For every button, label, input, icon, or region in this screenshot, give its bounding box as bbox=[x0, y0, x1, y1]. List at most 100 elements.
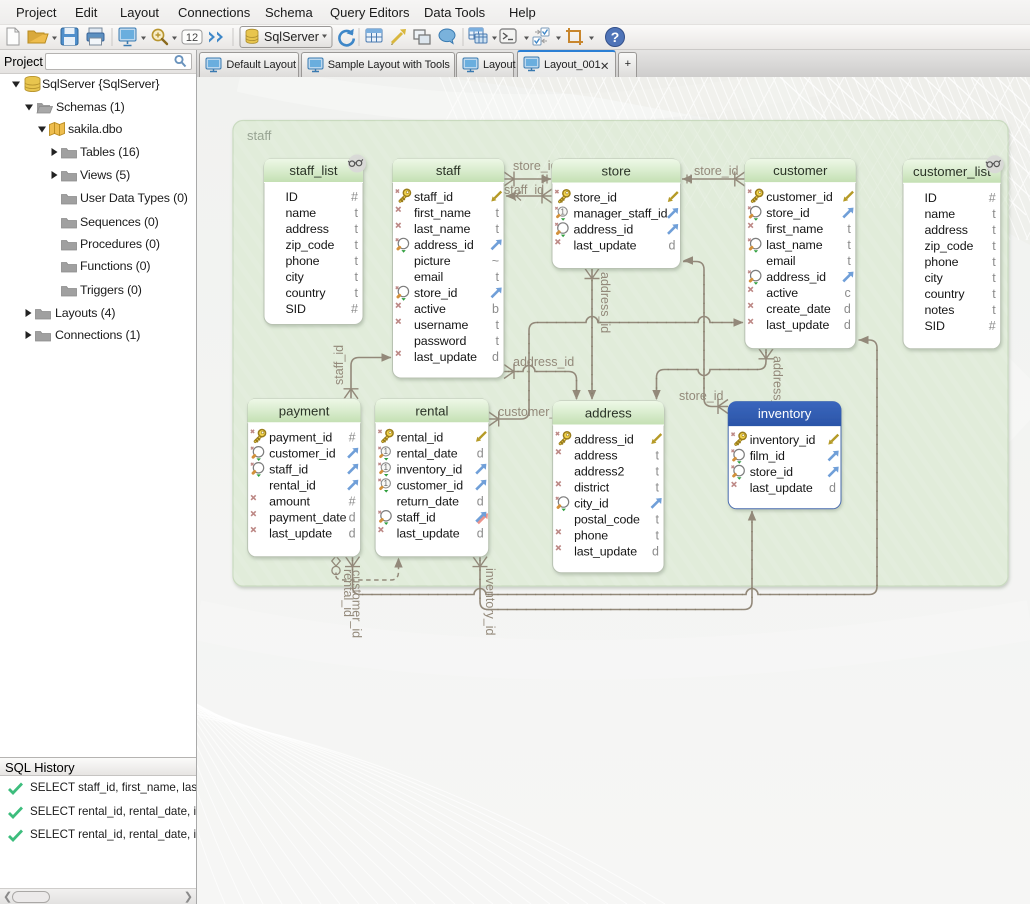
svg-text:last_update: last_update bbox=[574, 545, 637, 559]
svg-text:store_id: store_id bbox=[750, 465, 793, 479]
svg-text:t: t bbox=[992, 287, 996, 301]
svg-text:password: password bbox=[414, 334, 466, 348]
svg-text:country: country bbox=[925, 287, 966, 301]
svg-text:district: district bbox=[574, 481, 610, 495]
svg-text:SID: SID bbox=[286, 302, 307, 316]
svg-text:c: c bbox=[845, 286, 851, 300]
svg-text:t: t bbox=[355, 254, 359, 268]
svg-text:t: t bbox=[496, 318, 500, 332]
svg-text:d: d bbox=[477, 494, 484, 508]
svg-text:country: country bbox=[286, 286, 327, 300]
svg-text:store_id: store_id bbox=[766, 206, 809, 220]
svg-text:inventory_id: inventory_id bbox=[750, 433, 816, 447]
svg-text:staff_id: staff_id bbox=[269, 462, 308, 476]
svg-text:t: t bbox=[656, 465, 660, 479]
svg-text:address: address bbox=[925, 223, 968, 237]
svg-text:t: t bbox=[355, 222, 359, 236]
svg-text:address_id: address_id bbox=[574, 223, 634, 237]
svg-text:create_date: create_date bbox=[766, 302, 831, 316]
svg-text:address_id: address_id bbox=[598, 272, 612, 333]
svg-text:staff: staff bbox=[436, 163, 461, 178]
svg-text:SID: SID bbox=[925, 319, 946, 333]
svg-text:last_update: last_update bbox=[269, 526, 332, 540]
svg-text:customer_id: customer_id bbox=[766, 190, 833, 204]
svg-text:film_id: film_id bbox=[750, 449, 785, 463]
svg-text:email: email bbox=[766, 254, 795, 268]
svg-text:t: t bbox=[992, 223, 996, 237]
svg-text:address_id: address_id bbox=[513, 355, 574, 369]
svg-text:notes: notes bbox=[925, 303, 955, 317]
svg-text:t: t bbox=[992, 271, 996, 285]
svg-text:t: t bbox=[496, 334, 500, 348]
svg-text:customer: customer bbox=[773, 163, 828, 178]
svg-text:address: address bbox=[286, 222, 329, 236]
svg-text:t: t bbox=[496, 222, 500, 236]
svg-text:t: t bbox=[496, 206, 500, 220]
svg-text:phone: phone bbox=[574, 529, 608, 543]
svg-text:#: # bbox=[351, 302, 358, 316]
svg-text:postal_code: postal_code bbox=[574, 513, 640, 527]
svg-text:active: active bbox=[766, 286, 798, 300]
svg-text:email: email bbox=[414, 270, 443, 284]
svg-text:t: t bbox=[992, 255, 996, 269]
svg-text:phone: phone bbox=[925, 255, 959, 269]
svg-text:name: name bbox=[925, 207, 956, 221]
svg-text:staff_list: staff_list bbox=[289, 163, 337, 178]
svg-text:customer_id: customer_id bbox=[269, 446, 336, 460]
svg-text:t: t bbox=[992, 207, 996, 221]
svg-text:inventory: inventory bbox=[758, 406, 812, 421]
svg-text:d: d bbox=[349, 510, 356, 524]
svg-text:d: d bbox=[477, 446, 484, 460]
svg-text:phone: phone bbox=[286, 254, 320, 268]
svg-text:d: d bbox=[477, 526, 484, 540]
svg-text:staff_id: staff_id bbox=[397, 510, 436, 524]
svg-text:ID: ID bbox=[286, 190, 298, 204]
svg-text:address_id: address_id bbox=[414, 238, 474, 252]
svg-text:staff_id: staff_id bbox=[332, 345, 346, 385]
svg-text:t: t bbox=[355, 286, 359, 300]
svg-text:t: t bbox=[656, 529, 660, 543]
svg-text:staff_id: staff_id bbox=[414, 190, 453, 204]
svg-text:address: address bbox=[574, 449, 617, 463]
svg-text:last_update: last_update bbox=[574, 239, 637, 253]
svg-text:rental_id: rental_id bbox=[397, 430, 444, 444]
svg-text:t: t bbox=[992, 303, 996, 317]
svg-text:t: t bbox=[656, 513, 660, 527]
svg-text:rental_id: rental_id bbox=[269, 478, 316, 492]
svg-text:address2: address2 bbox=[574, 465, 624, 479]
svg-text:last_update: last_update bbox=[750, 481, 813, 495]
svg-text:store_id: store_id bbox=[694, 164, 739, 178]
svg-text:payment_id: payment_id bbox=[269, 430, 332, 444]
svg-text:b: b bbox=[492, 302, 499, 316]
svg-text:t: t bbox=[847, 238, 851, 252]
svg-text:last_name: last_name bbox=[414, 222, 470, 236]
svg-text:#: # bbox=[349, 430, 356, 444]
svg-text:d: d bbox=[829, 481, 836, 495]
svg-text:city: city bbox=[286, 270, 305, 284]
svg-text:store_id: store_id bbox=[513, 159, 558, 173]
svg-text:last_update: last_update bbox=[766, 318, 829, 332]
svg-text:address_id: address_id bbox=[574, 433, 634, 447]
svg-text:d: d bbox=[844, 302, 851, 316]
svg-text:d: d bbox=[492, 350, 499, 364]
svg-text:SqlServer: SqlServer bbox=[264, 30, 319, 44]
svg-text:#: # bbox=[989, 191, 996, 205]
svg-text:12: 12 bbox=[186, 32, 198, 44]
svg-text:customer_list: customer_list bbox=[913, 164, 991, 179]
svg-text:customer_: customer_ bbox=[498, 405, 557, 419]
svg-text:address_id: address_id bbox=[766, 270, 826, 284]
svg-text:d: d bbox=[652, 545, 659, 559]
svg-text:d: d bbox=[669, 239, 676, 253]
svg-text:city: city bbox=[925, 271, 944, 285]
svg-text:city_id: city_id bbox=[574, 497, 609, 511]
svg-text:rental_date: rental_date bbox=[397, 446, 458, 460]
svg-text:last_name: last_name bbox=[766, 238, 822, 252]
svg-text:store_id: store_id bbox=[679, 389, 724, 403]
svg-text:staff: staff bbox=[247, 128, 272, 143]
svg-text:zip_code: zip_code bbox=[286, 238, 335, 252]
svg-text:first_name: first_name bbox=[414, 206, 471, 220]
svg-text:#: # bbox=[351, 190, 358, 204]
svg-text:last_update: last_update bbox=[397, 526, 460, 540]
svg-text:store: store bbox=[602, 164, 631, 179]
svg-text:d: d bbox=[349, 526, 356, 540]
